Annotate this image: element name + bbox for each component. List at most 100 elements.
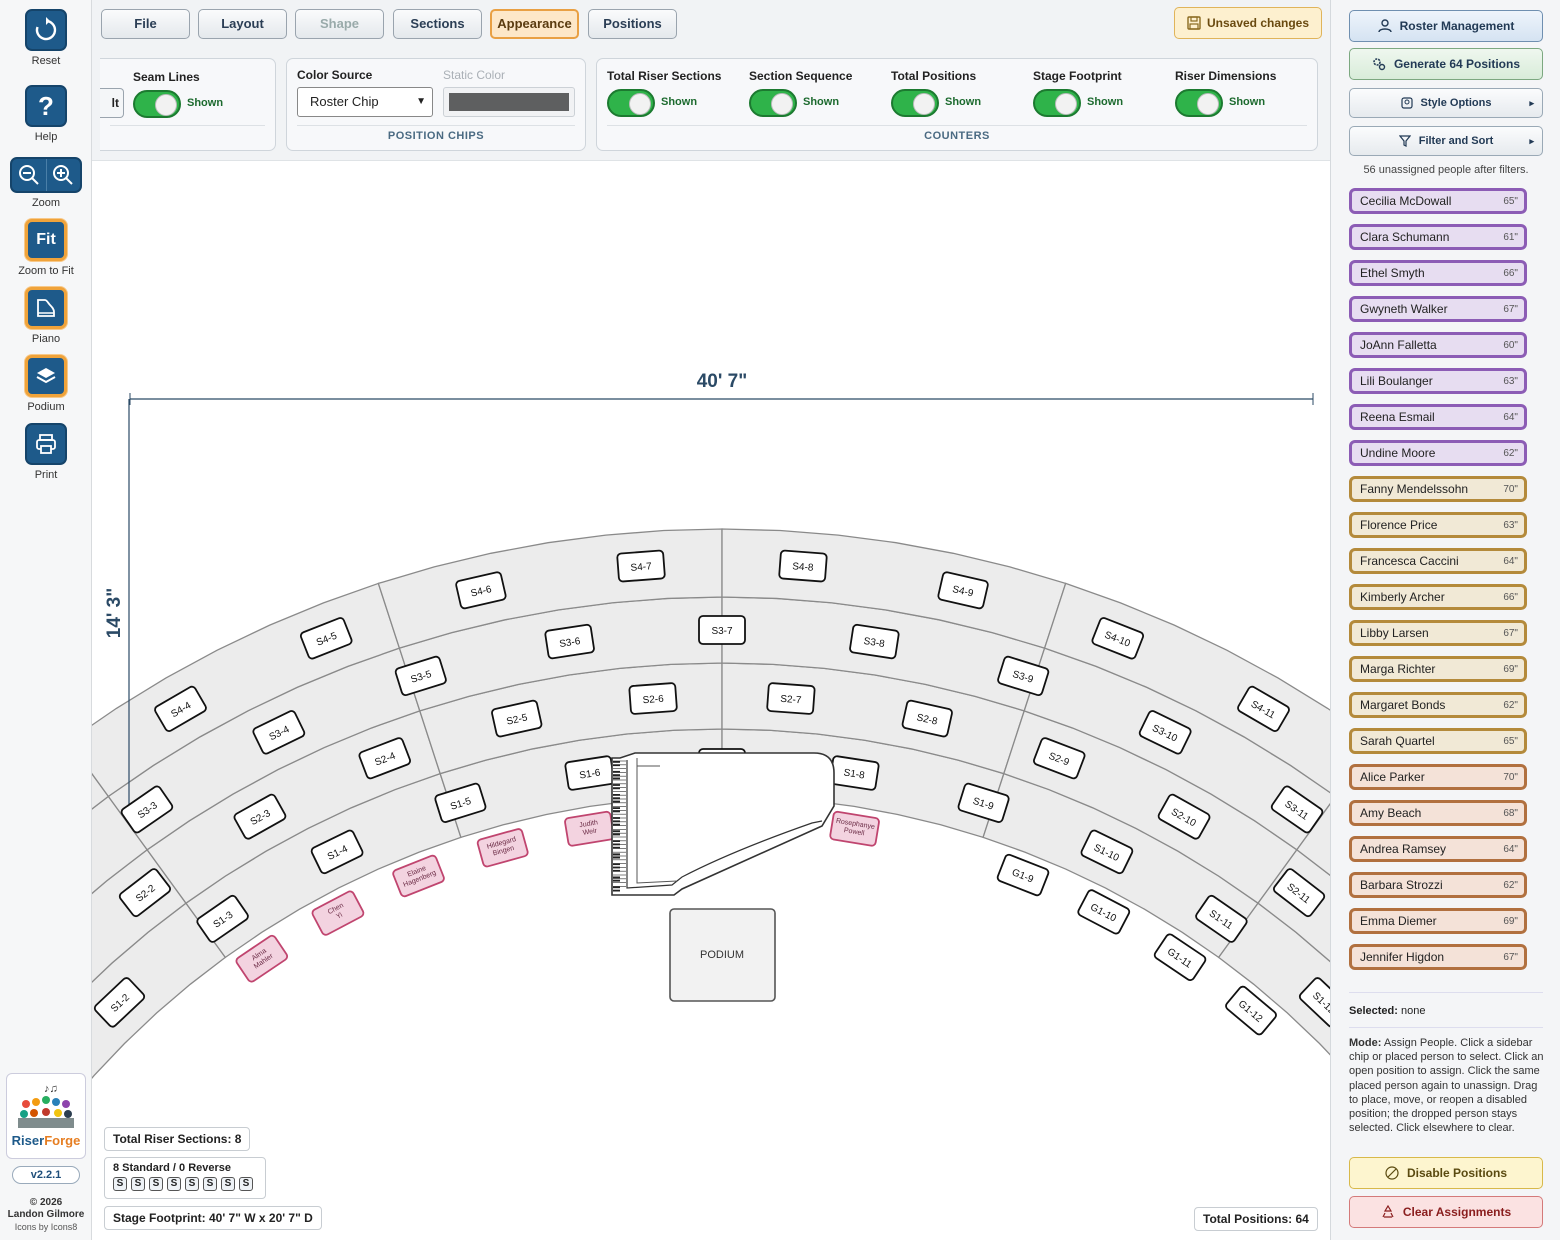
roster-chip[interactable]: Libby Larsen 67" [1349,620,1527,646]
counter-label-1: Section Sequence [749,69,853,83]
counter-label-2: Total Positions [891,69,977,83]
static-color-label: Static Color [443,68,506,82]
roster-chip[interactable]: Florence Price 63" [1349,512,1527,538]
roster-chip[interactable]: Cecilia McDowall 65" [1349,188,1527,214]
roster-chip[interactable]: Reena Esmail 64" [1349,404,1527,430]
counter-label-4: Riser Dimensions [1175,69,1277,83]
tab-appearance[interactable]: Appearance [490,9,579,39]
assigned-chip[interactable]: HildegardBingen [476,828,529,868]
tab-sections[interactable]: Sections [393,9,482,39]
position-chip[interactable]: G1-9 [996,853,1050,897]
roster-chip[interactable]: Ethel Smyth 66" [1349,260,1527,286]
generate-positions-button[interactable]: Generate 64 Positions [1349,48,1543,80]
counter-toggle-3[interactable] [1033,89,1081,117]
position-chip[interactable]: S1-6 [564,755,615,791]
zoom-out-icon[interactable] [12,159,46,191]
assigned-chip[interactable]: RosephanyePowell [829,810,880,847]
podium-tool[interactable]: Podium [0,355,92,413]
roster-chip[interactable]: Lili Boulanger 63" [1349,368,1527,394]
roster-chip[interactable]: Clara Schumann 61" [1349,224,1527,250]
version-badge: v2.2.1 [12,1166,80,1184]
podium[interactable]: PODIUM [669,908,776,1002]
roster-chip-height: 65" [1503,195,1518,207]
tab-positions[interactable]: Positions [588,9,677,39]
roster-chip[interactable]: Francesca Caccini 64" [1349,548,1527,574]
sequence-item: S [239,1177,253,1191]
tab-shape[interactable]: Shape [295,9,384,39]
piano[interactable] [611,752,835,896]
assigned-chip[interactable]: ElaineHagenberg [392,854,445,898]
roster-chip-name: Barbara Strozzi [1360,878,1443,892]
cut-off-button[interactable]: lt [100,88,124,118]
style-icon [1400,97,1413,109]
riser-stage[interactable]: 40' 7" 14' 3" S1-1S1-2S1-3S1-4S1-5S1-6S1… [92,161,1330,1240]
position-chip[interactable]: S3-6 [544,623,595,660]
roster-chip[interactable]: Fanny Mendelssohn 70" [1349,476,1527,502]
roster-chip-height: 64" [1503,555,1518,567]
position-label: S4-7 [630,561,652,574]
roster-chip-name: Jennifer Higdon [1360,950,1445,964]
style-options-button[interactable]: Style Options ▸ [1349,88,1543,118]
counter-toggle-1[interactable] [749,89,797,117]
roster-chip-height: 69" [1503,663,1518,675]
zoom-in-icon[interactable] [45,159,81,191]
roster-chip[interactable]: Sarah Quartel 65" [1349,728,1527,754]
color-source-select[interactable]: Roster Chip ▼ [297,87,433,117]
roster-list[interactable]: Cecilia McDowall 65" Clara Schumann 61" Ethe… [1349,188,1527,988]
position-chip[interactable]: S1-8 [829,755,880,791]
reset-tool[interactable]: Reset [0,9,92,67]
counter-state-1: Shown [803,96,840,108]
roster-chip[interactable]: Undine Moore 62" [1349,440,1527,466]
roster-chip[interactable]: Amy Beach 68" [1349,800,1527,826]
gears-icon [1373,58,1386,71]
roster-chip[interactable]: Alice Parker 70" [1349,764,1527,790]
total-positions-counter: Total Positions: 64 [1194,1207,1318,1231]
tab-file[interactable]: File [101,9,190,39]
filter-and-sort-button[interactable]: Filter and Sort ▸ [1349,126,1543,156]
tab-layout[interactable]: Layout [198,9,287,39]
roster-chip[interactable]: Kimberly Archer 66" [1349,584,1527,610]
position-chip[interactable]: S3-8 [849,623,900,660]
fit-button[interactable]: Fit [25,219,67,261]
roster-chip[interactable]: JoAnn Falletta 60" [1349,332,1527,358]
counter-toggle-4[interactable] [1175,89,1223,117]
print-icon[interactable] [25,423,67,465]
zoom-tool: Zoom [0,157,92,209]
seam-lines-toggle[interactable] [133,90,181,118]
disable-positions-button[interactable]: Disable Positions [1349,1157,1543,1189]
position-chip[interactable]: S2-6 [628,682,678,715]
piano-icon[interactable] [25,287,67,329]
zoom-to-fit-tool[interactable]: Fit Zoom to Fit [0,219,92,277]
position-chip[interactable]: S4-7 [616,549,666,583]
color-source-label: Color Source [297,68,373,82]
position-chip[interactable]: S4-8 [778,549,828,583]
counter-toggle-0[interactable] [607,89,655,117]
roster-management-button[interactable]: Roster Management [1349,10,1543,42]
position-chip[interactable]: S2-7 [766,682,816,715]
roster-chip-height: 62" [1503,447,1518,459]
unsaved-changes-indicator[interactable]: Unsaved changes [1174,7,1322,39]
roster-chip[interactable]: Andrea Ramsey 64" [1349,836,1527,862]
roster-chip[interactable]: Jennifer Higdon 67" [1349,944,1527,970]
assigned-chip[interactable]: JudithWeir [564,810,615,847]
roster-chip[interactable]: Emma Diemer 69" [1349,908,1527,934]
mode-instructions: Mode: Assign People. Click a sidebar chi… [1349,1037,1544,1135]
roster-chip[interactable]: Marga Richter 69" [1349,656,1527,682]
roster-chip[interactable]: Gwyneth Walker 67" [1349,296,1527,322]
help-tool[interactable]: ? Help [0,85,92,143]
podium-icon[interactable] [25,355,67,397]
position-chip[interactable]: S3-7 [698,615,746,645]
roster-chip-height: 69" [1503,915,1518,927]
roster-chip[interactable]: Barbara Strozzi 62" [1349,872,1527,898]
print-tool[interactable]: Print [0,423,92,481]
roster-chip-height: 60" [1503,339,1518,351]
piano-tool[interactable]: Piano [0,287,92,345]
static-color-swatch[interactable] [443,87,575,117]
roster-chip-name: Undine Moore [1360,446,1436,460]
roster-chip[interactable]: Margaret Bonds 62" [1349,692,1527,718]
clear-assignments-button[interactable]: Clear Assignments [1349,1196,1543,1228]
help-icon[interactable]: ? [25,85,67,127]
stage-canvas[interactable]: 40' 7" 14' 3" S1-1S1-2S1-3S1-4S1-5S1-6S1… [92,160,1330,1240]
counter-toggle-2[interactable] [891,89,939,117]
reset-icon[interactable] [25,9,67,51]
